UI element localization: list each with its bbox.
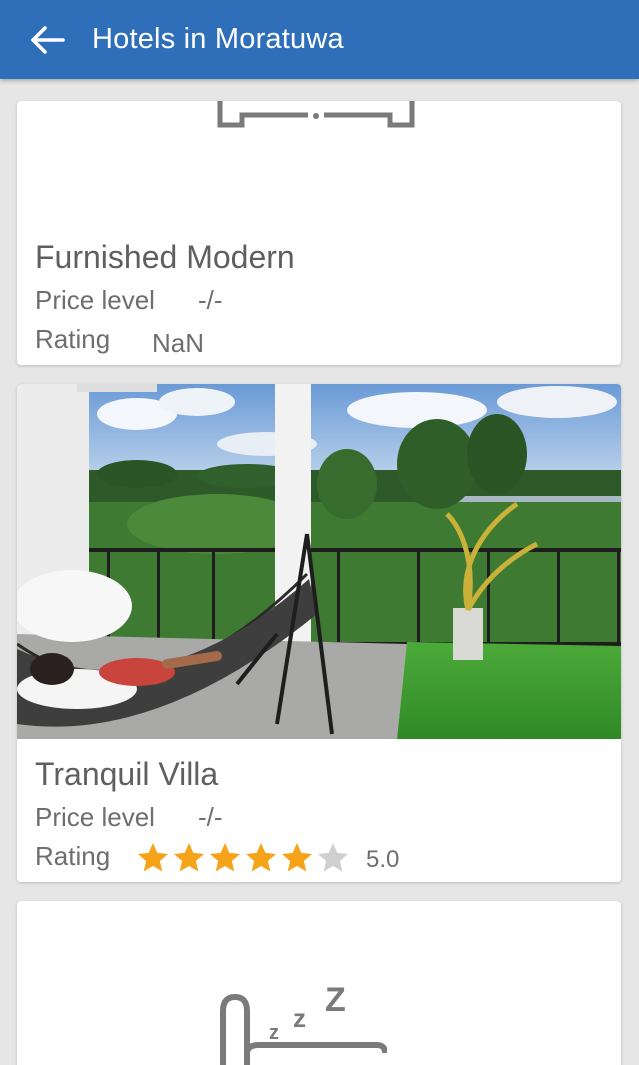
hotel-card-furnished-modern[interactable]: Furnished Modern Price level -/- Rating … (17, 101, 621, 365)
rating-stars (135, 840, 351, 876)
star-empty-icon (318, 843, 348, 872)
rating-value: NaN (152, 328, 205, 358)
page-title: Hotels in Moratuwa (92, 23, 344, 55)
price-level-value: -/- (198, 285, 223, 315)
svg-text:z: z (293, 1003, 306, 1033)
svg-text:z: z (269, 1022, 279, 1044)
hotel-card-3[interactable]: z z Z (17, 901, 621, 1065)
price-level-label: Price level (35, 285, 155, 315)
app-bar: Hotels in Moratuwa (0, 0, 639, 79)
rating-label: Rating (35, 324, 111, 354)
hotel-name: Tranquil Villa (35, 756, 219, 792)
bed-placeholder-icon (217, 101, 415, 128)
svg-text:Z: Z (325, 983, 346, 1019)
rating-value: 5.0 (366, 846, 400, 873)
star-filled-icon (282, 843, 312, 872)
price-level-label: Price level (35, 802, 155, 832)
arrow-left-icon (31, 25, 65, 54)
hotel-photo (17, 384, 621, 739)
hotel-card-tranquil-villa[interactable]: Tranquil Villa Price level -/- Rating 5.… (17, 384, 621, 882)
price-level-value: -/- (198, 802, 223, 832)
star-filled-icon (246, 843, 276, 872)
sleeping-placeholder-icon: z z Z (220, 983, 387, 1065)
star-filled-icon (174, 843, 204, 872)
back-button[interactable] (24, 17, 70, 63)
rating-label: Rating (35, 841, 111, 871)
hotel-name: Furnished Modern (35, 239, 295, 275)
star-filled-icon (210, 843, 240, 872)
star-filled-icon (138, 843, 168, 872)
